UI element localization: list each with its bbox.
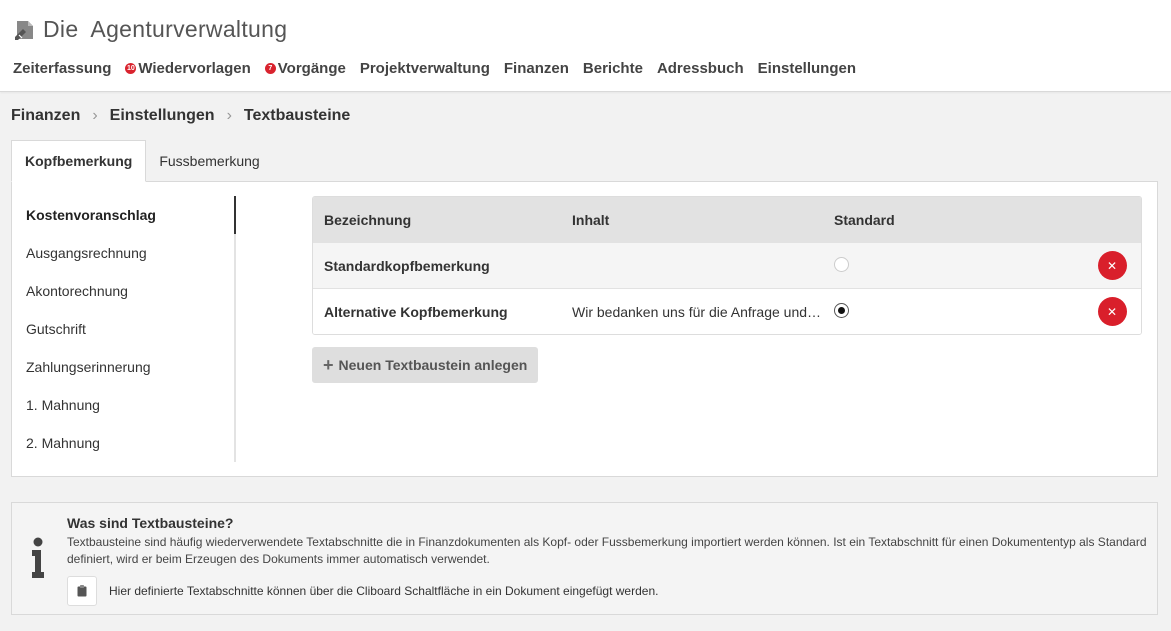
breadcrumb-item-textbausteine: Textbausteine [243,107,351,124]
app-title-main: Agenturverwaltung [90,15,288,42]
standard-radio[interactable] [834,302,849,318]
nav-item-adressbuch[interactable]: Adressbuch [657,60,744,77]
nav-label: Finanzen [503,60,569,77]
breadcrumb-item-finanzen[interactable]: Finanzen [11,107,80,125]
nav-label: Vorgänge [277,60,346,77]
info-title: Was sind Textbausteine? [67,515,234,531]
info-box: Was sind Textbausteine? Textbausteine si… [11,502,1158,615]
column-header-bezeichnung: Bezeichnung [324,211,412,228]
sidebar-item-zahlungserinnerung[interactable]: Zahlungserinnerung [12,348,234,386]
tab-kopfbemerkung[interactable]: Kopfbemerkung [11,140,147,182]
table-row[interactable]: Alternative Kopfbemerkung Wir bedanken u… [313,288,1141,334]
main-nav: Zeiterfassung 10 Wiedervorlagen 7 Vorgänge… [13,60,870,77]
close-icon: ✕ [1106,258,1118,273]
nav-item-einstellungen[interactable]: Einstellungen [758,60,856,77]
delete-button[interactable]: ✕ [1097,251,1127,280]
close-icon: ✕ [1106,304,1118,319]
table-row[interactable]: Standardkopfbemerkung ✕ [313,242,1141,288]
sidebar-item-kostenvoranschlag[interactable]: Kostenvoranschlag [12,196,236,234]
tab-bar: Kopfbemerkung Fussbemerkung [11,140,273,182]
app-logo[interactable]: Die Agenturverwaltung [13,14,287,44]
nav-item-vorgaenge[interactable]: 7 Vorgänge [264,60,346,77]
nav-item-projektverwaltung[interactable]: Projektverwaltung [360,60,490,77]
sidebar-item-1-mahnung[interactable]: 1. Mahnung [12,386,234,424]
app-title-prefix: Die [43,15,79,42]
breadcrumb-item-einstellungen[interactable]: Einstellungen [110,107,215,125]
app-header: Die Agenturverwaltung Zeiterfassung 10 Wie… [0,0,1171,92]
sidebar-item-2-mahnung[interactable]: 2. Mahnung [12,424,234,462]
breadcrumb: Finanzen › Einstellungen › Textbausteine [11,107,350,125]
nav-label: Wiedervorlagen [138,60,251,77]
nav-item-finanzen[interactable]: Finanzen [504,60,569,77]
textbausteine-table: Bezeichnung Inhalt Standard Standardkopf… [312,196,1142,335]
nav-item-wiedervorlagen[interactable]: 10 Wiedervorlagen [125,60,251,77]
column-header-standard: Standard [834,211,895,228]
chevron-right-icon: › [226,107,232,124]
tab-panel: Kostenvoranschlag Ausgangsrechnung Akont… [11,181,1158,477]
clipboard-hint: Hier definierte Textabschnitte können üb… [109,584,659,598]
sidebar-item-ausgangsrechnung[interactable]: Ausgangsrechnung [12,234,234,272]
sidebar-item-akontorechnung[interactable]: Akontorechnung [12,272,234,310]
add-button-label: Neuen Textbaustein anlegen [338,357,528,373]
nav-label: Projektverwaltung [359,60,490,77]
row-name: Standardkopfbemerkung [324,257,490,274]
clipboard-icon [77,585,87,597]
clipboard-button[interactable] [67,576,97,606]
count-badge: 7 [264,63,276,74]
nav-item-zeiterfassung[interactable]: Zeiterfassung [13,60,111,77]
app-title: Die Agenturverwaltung [43,16,287,43]
table-header: Bezeichnung Inhalt Standard [313,197,1141,242]
delete-button[interactable]: ✕ [1097,297,1127,326]
row-name: Alternative Kopfbemerkung [324,303,508,320]
row-content: Wir bedanken uns für die Anfrage und… [572,303,822,320]
column-header-inhalt: Inhalt [572,211,610,228]
chevron-right-icon: › [92,107,98,124]
nav-label: Adressbuch [656,60,744,77]
sidebar-item-gutschrift[interactable]: Gutschrift [12,310,234,348]
add-textbaustein-button[interactable]: + Neuen Textbaustein anlegen [312,347,539,383]
nav-item-berichte[interactable]: Berichte [583,60,643,77]
info-text: Textbausteine sind häufig wiederverwende… [67,535,1147,566]
standard-radio[interactable] [834,256,849,272]
document-type-list: Kostenvoranschlag Ausgangsrechnung Akont… [12,196,236,462]
nav-label: Einstellungen [757,60,856,77]
nav-label: Zeiterfassung [13,60,112,77]
plus-icon: + [323,354,334,375]
info-icon [32,537,44,578]
pencil-doc-icon [15,21,33,40]
count-badge: 10 [125,63,137,74]
tab-fussbemerkung[interactable]: Fussbemerkung [146,140,272,182]
nav-label: Berichte [582,60,643,77]
